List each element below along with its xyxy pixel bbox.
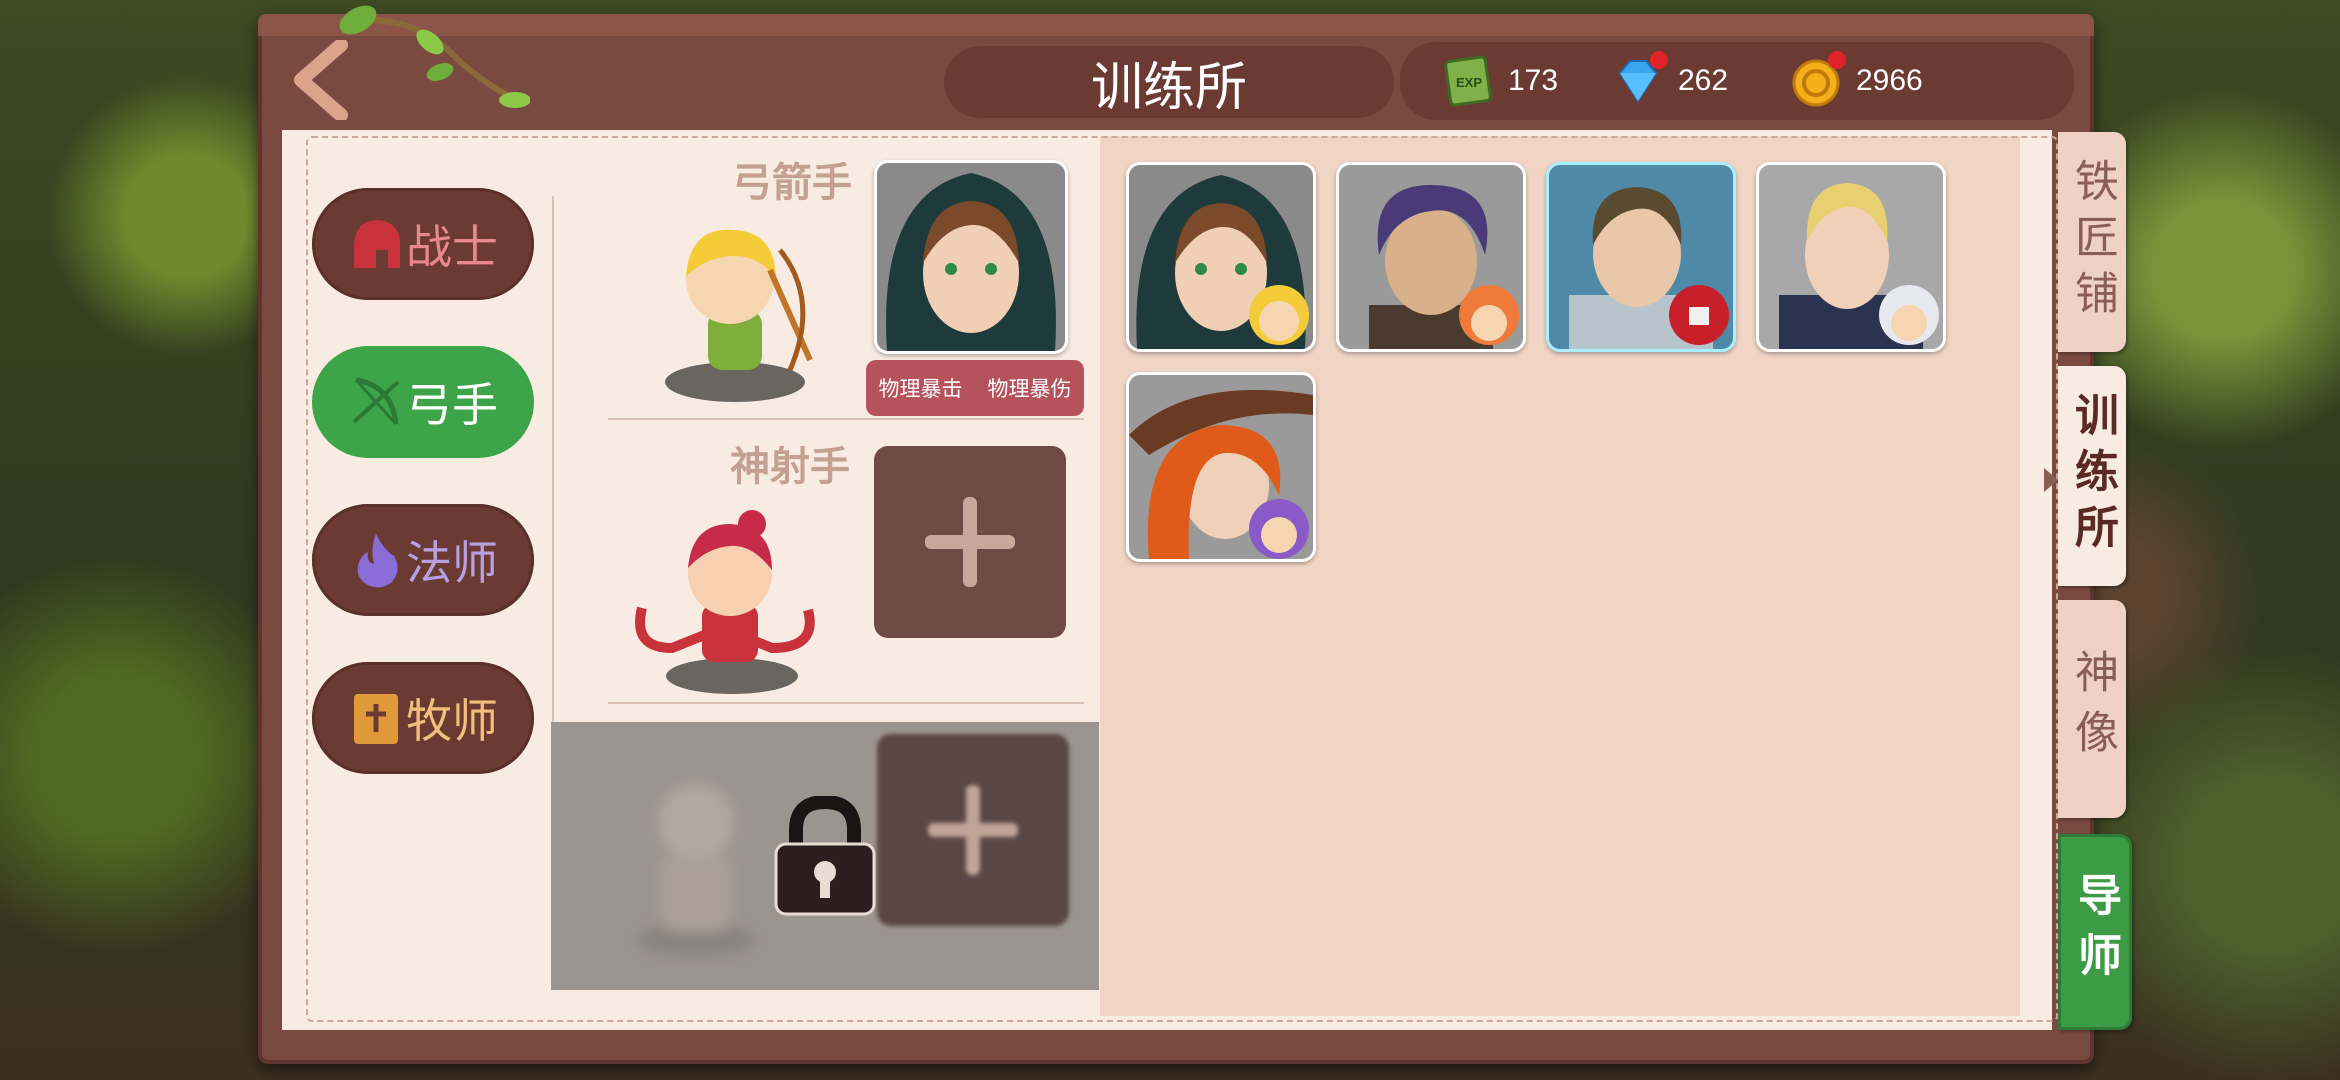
tab-label: 导师 (2070, 872, 2121, 992)
tab-statue[interactable]: 神像 (2058, 600, 2126, 818)
hooded-archer-portrait (877, 163, 1065, 351)
class-label: 弓手 (406, 378, 498, 432)
hooded-archer-portrait (1129, 165, 1313, 349)
exp-book-icon: EXP (1442, 55, 1494, 107)
gold-coin-icon (1790, 51, 1846, 107)
fire-icon (357, 534, 398, 588)
roster-hero-card[interactable] (1126, 372, 1316, 562)
currency-exp[interactable]: EXP 173 (1442, 42, 1558, 120)
add-hero-slot[interactable] (874, 446, 1066, 638)
notification-dot (1828, 51, 1846, 69)
blond-noble-portrait (1759, 165, 1943, 349)
class-label: 牧师 (406, 694, 498, 748)
currency-gold[interactable]: 2966 (1790, 42, 1923, 120)
book-icon (354, 694, 398, 744)
red-hair-mage-portrait (1129, 375, 1313, 559)
class-button-priest[interactable]: 牧师 (312, 662, 534, 774)
class-button-warrior[interactable]: 战士 (312, 188, 534, 300)
svg-text:EXP: EXP (1456, 75, 1482, 90)
currency-diamond[interactable]: 262 (1612, 42, 1728, 120)
page-title: 训练所 (944, 46, 1394, 118)
divider (608, 418, 1084, 420)
exp-value: 173 (1508, 64, 1559, 97)
lock-icon (774, 796, 876, 916)
locked-add-slot (877, 734, 1069, 926)
vine-decoration-icon (339, 5, 530, 108)
divider (608, 702, 1084, 704)
plus-icon (925, 497, 1015, 587)
class-label: 战士 (406, 220, 498, 274)
tag-crit-rate: 物理暴击 (878, 377, 963, 401)
sharpshooter-chibi-icon (635, 510, 815, 694)
tab-mentor[interactable]: 导师 (2058, 834, 2132, 1030)
armored-knight-portrait (1549, 165, 1733, 349)
active-tab-marker-icon (2044, 468, 2058, 492)
plus-icon (928, 785, 1018, 875)
archer-chibi-icon (665, 229, 813, 402)
locked-hero-silhouette (636, 784, 756, 956)
gold-value: 2966 (1856, 64, 1923, 97)
frame-top-bar (258, 14, 2094, 36)
roster-hero-card[interactable] (1756, 162, 1946, 352)
currency-bar: EXP 173 262 2966 (1400, 42, 2074, 120)
roster-hero-card[interactable] (1126, 162, 1316, 352)
helmet-icon (354, 220, 400, 268)
tab-label: 训练所 (2067, 392, 2118, 560)
equipped-hero-portrait[interactable] (874, 160, 1068, 354)
tag-crit-damage: 物理暴伤 (987, 377, 1072, 401)
tab-label: 神像 (2067, 649, 2118, 769)
notification-dot (1650, 51, 1668, 69)
diamond-value: 262 (1678, 64, 1729, 97)
tab-training[interactable]: 训练所 (2058, 366, 2126, 586)
class-button-archer[interactable]: 弓手 (312, 346, 534, 458)
hero-tags: 物理暴击 物理暴伤 (866, 360, 1084, 416)
class-button-mage[interactable]: 法师 (312, 504, 534, 616)
diamond-icon (1612, 51, 1668, 107)
roster-hero-card[interactable] (1336, 162, 1526, 352)
tab-label: 铁匠铺 (2067, 158, 2118, 326)
tab-blacksmith[interactable]: 铁匠铺 (2058, 132, 2126, 352)
bow-icon (352, 377, 400, 426)
purple-hair-warrior-portrait (1339, 165, 1523, 349)
roster-hero-card[interactable] (1546, 162, 1736, 352)
slot-title-sharpshooter: 神射手 (730, 444, 850, 490)
class-label: 法师 (406, 536, 498, 590)
slot-title-archer: 弓箭手 (732, 160, 852, 206)
